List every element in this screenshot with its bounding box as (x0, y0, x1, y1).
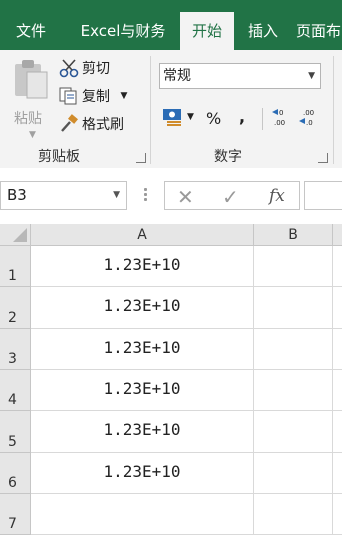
column-header-c[interactable] (333, 224, 342, 246)
name-box-value: B3 (7, 186, 27, 204)
accounting-format-button[interactable]: ▼ (161, 106, 194, 132)
name-box[interactable]: B3 ▼ (0, 181, 127, 210)
svg-text:.00: .00 (303, 109, 314, 117)
group-divider (333, 56, 334, 164)
clipboard-dialog-launcher-icon[interactable] (136, 153, 146, 163)
percent-symbol: % (206, 109, 222, 128)
comma-symbol: , (239, 107, 246, 126)
tab-page-layout[interactable]: 页面布 (296, 12, 342, 50)
chevron-down-icon: ▼ (308, 71, 315, 81)
tab-home[interactable]: 开始 (180, 12, 234, 50)
paintbrush-icon (61, 114, 78, 132)
cell-c[interactable] (333, 246, 342, 287)
row-number: 4 (8, 392, 17, 408)
number-format-select[interactable]: 常规 ▼ (159, 63, 321, 89)
comma-style-button[interactable]: , (239, 106, 245, 132)
copy-label: 复制 (82, 89, 110, 105)
cell-c[interactable] (333, 370, 342, 411)
insert-function-icon[interactable]: fx (269, 186, 285, 206)
copy-button[interactable]: 复制 ▼ (58, 86, 127, 110)
row-number: 5 (8, 434, 17, 450)
formula-bar: B3 ▼ ✕ ✓ fx (0, 168, 342, 224)
cell-a[interactable]: 1.23E+10 (31, 453, 254, 494)
cell-a[interactable] (31, 494, 254, 535)
group-divider (150, 56, 151, 164)
copy-icon (59, 87, 77, 105)
format-painter-label: 格式刷 (82, 117, 124, 133)
tab-excel-finance[interactable]: Excel与财务 (70, 12, 176, 50)
row-header[interactable]: 4 (0, 370, 31, 411)
cell-b[interactable] (254, 329, 333, 370)
increase-decimal-icon: 0 .00 (272, 109, 285, 127)
chevron-down-icon: ▼ (113, 190, 120, 200)
number-group-label: 数字 (214, 149, 242, 165)
cancel-icon[interactable]: ✕ (177, 185, 194, 209)
enter-icon[interactable]: ✓ (222, 185, 239, 209)
cell-c[interactable] (333, 411, 342, 453)
cell-a[interactable]: 1.23E+10 (31, 370, 254, 411)
row-number: 2 (8, 310, 17, 326)
cut-label: 剪切 (82, 61, 110, 77)
cell-a[interactable]: 1.23E+10 (31, 411, 254, 453)
row-header[interactable]: 3 (0, 329, 31, 370)
chevron-down-icon: ▼ (187, 112, 194, 122)
tab-file[interactable]: 文件 (0, 12, 62, 50)
cell-a[interactable]: 1.23E+10 (31, 287, 254, 329)
clipboard-icon (15, 60, 48, 99)
row-number: 7 (8, 516, 17, 532)
decrease-decimal-icon: .00 .0 (299, 109, 314, 127)
number-format-value: 常规 (163, 68, 191, 84)
cell-a[interactable]: 1.23E+10 (31, 246, 254, 287)
number-divider (262, 108, 263, 130)
currency-icon (163, 109, 181, 126)
formula-input[interactable] (304, 181, 342, 210)
cell-c[interactable] (333, 287, 342, 329)
cell-a[interactable]: 1.23E+10 (31, 329, 254, 370)
row-header[interactable]: 6 (0, 453, 31, 494)
svg-text:.00: .00 (274, 119, 285, 127)
column-header-a[interactable]: A (31, 224, 254, 246)
paste-button[interactable]: 粘贴 ▼ (8, 58, 54, 140)
triangle-icon (13, 228, 27, 242)
cell-b[interactable] (254, 453, 333, 494)
spreadsheet-grid: A B 1 1.23E+10 2 1.23E+10 3 1.23E+10 4 1.23E+10… (0, 224, 342, 535)
percent-style-button[interactable]: % (206, 106, 221, 132)
cell-b[interactable] (254, 411, 333, 453)
cell-c[interactable] (333, 494, 342, 535)
tab-insert[interactable]: 插入 (240, 12, 286, 50)
select-all-button[interactable] (0, 224, 31, 246)
ribbon: 粘贴 ▼ 剪切 复制 ▼ 格式刷 剪贴板 常规 ▼ ▼ % , 0 .00 .0… (0, 50, 342, 169)
cut-button[interactable]: 剪切 (58, 58, 110, 82)
increase-decimal-button[interactable]: 0 .00 (270, 106, 292, 132)
svg-text:.0: .0 (306, 119, 313, 127)
decrease-decimal-button[interactable]: .00 .0 (297, 106, 319, 132)
column-header-b[interactable]: B (254, 224, 333, 246)
row-number: 1 (8, 268, 17, 284)
cell-b[interactable] (254, 287, 333, 329)
ribbon-tab-bar: 文件 Excel与财务 开始 插入 页面布 (0, 0, 342, 50)
cell-c[interactable] (333, 329, 342, 370)
formula-buttons: ✕ ✓ fx (164, 181, 300, 210)
number-dialog-launcher-icon[interactable] (318, 153, 328, 163)
format-painter-button[interactable]: 格式刷 (58, 114, 124, 138)
cell-c[interactable] (333, 453, 342, 494)
clipboard-group-label: 剪贴板 (38, 149, 80, 165)
cell-b[interactable] (254, 494, 333, 535)
row-number: 6 (8, 475, 17, 491)
cell-b[interactable] (254, 370, 333, 411)
formula-bar-resize-handle[interactable] (144, 186, 148, 206)
row-header[interactable]: 7 (0, 494, 31, 535)
chevron-down-icon[interactable]: ▼ (29, 130, 36, 140)
row-header[interactable]: 5 (0, 411, 31, 453)
chevron-down-icon[interactable]: ▼ (120, 91, 127, 101)
row-header[interactable]: 1 (0, 246, 31, 287)
row-header[interactable]: 2 (0, 287, 31, 329)
paste-label: 粘贴 (14, 111, 42, 127)
scissors-icon (59, 59, 79, 78)
cell-b[interactable] (254, 246, 333, 287)
row-number: 3 (8, 351, 17, 367)
svg-text:0: 0 (279, 109, 283, 117)
